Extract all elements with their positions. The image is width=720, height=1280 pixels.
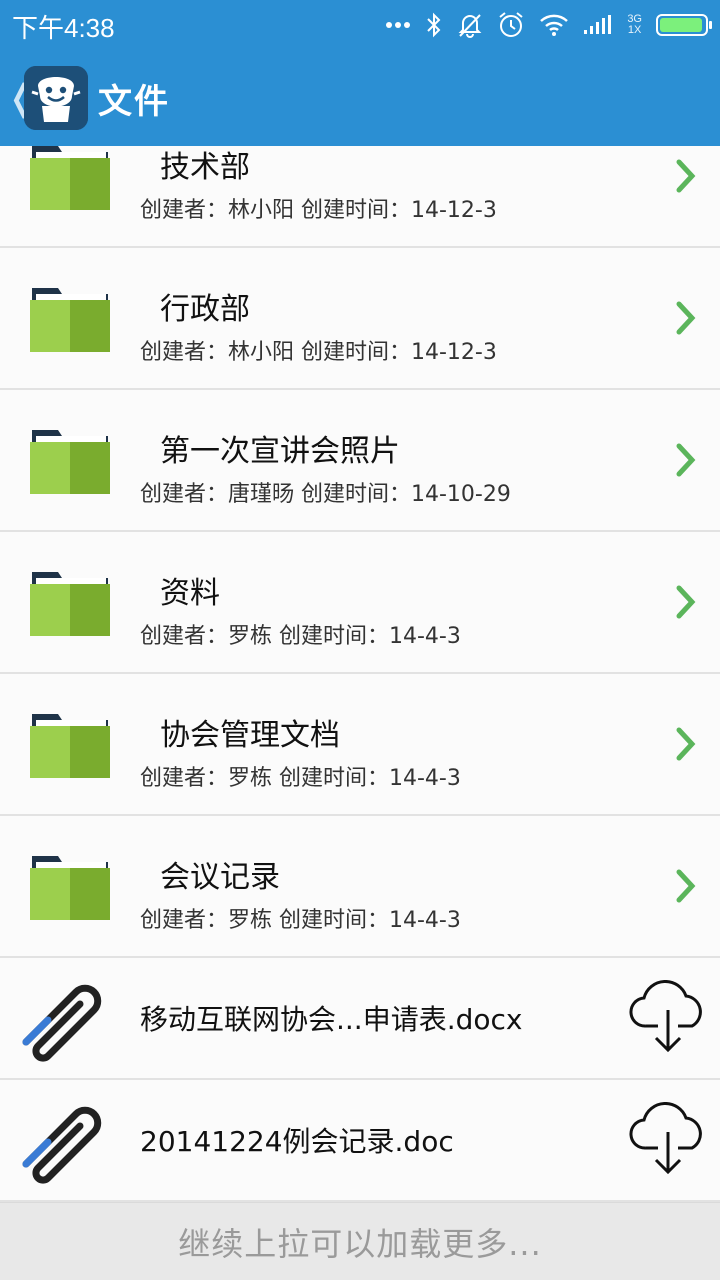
chevron-right-icon [676, 869, 696, 903]
folder-name: 资料 [160, 576, 220, 611]
network-type-bottom: 1X [627, 24, 642, 36]
chevron-right-icon [676, 585, 696, 619]
folder-meta: 创建者：罗栋 创建时间：14-4-3 [140, 766, 461, 791]
status-bar: 下午4:38 3G 1X [0, 0, 720, 50]
file-row[interactable]: 20141224例会记录.doc [0, 1080, 720, 1202]
folder-row[interactable]: 第一次宣讲会照片 创建者：唐瑾旸 创建时间：14-10-29 [0, 390, 720, 532]
folder-icon [30, 856, 110, 920]
paperclip-icon [22, 1106, 102, 1184]
folder-icon [30, 714, 110, 778]
network-type: 3G 1X [627, 14, 642, 36]
cloud-download-icon[interactable] [626, 980, 710, 1056]
folder-icon [30, 430, 110, 494]
folder-meta: 创建者：唐瑾旸 创建时间：14-10-29 [140, 482, 511, 507]
file-list[interactable]: 技术部 创建者：林小阳 创建时间：14-12-3 行政部 创建者：林小阳 创建时… [0, 146, 720, 1202]
folder-meta: 创建者：林小阳 创建时间：14-12-3 [140, 340, 497, 365]
folder-icon [30, 572, 110, 636]
status-icons: 3G 1X [385, 6, 712, 44]
chevron-right-icon [676, 443, 696, 477]
file-name: 20141224例会记录.doc [140, 1125, 454, 1158]
paperclip-icon [22, 984, 102, 1062]
chevron-right-icon [676, 727, 696, 761]
folder-name: 会议记录 [160, 860, 280, 895]
battery-level [660, 18, 702, 32]
alarm-icon [499, 12, 523, 37]
folder-row[interactable]: 资料 创建者：罗栋 创建时间：14-4-3 [0, 532, 720, 674]
chevron-right-icon [676, 301, 696, 335]
folder-meta: 创建者：罗栋 创建时间：14-4-3 [140, 624, 461, 649]
folder-name: 技术部 [160, 150, 250, 185]
folder-row[interactable]: 会议记录 创建者：罗栋 创建时间：14-4-3 [0, 816, 720, 958]
folder-row[interactable]: 协会管理文档 创建者：罗栋 创建时间：14-4-3 [0, 674, 720, 816]
mascot-icon [24, 66, 88, 130]
folder-name: 第一次宣讲会照片 [160, 434, 400, 469]
load-more-footer[interactable]: 继续上拉可以加载更多... [0, 1202, 720, 1280]
mute-icon [458, 14, 482, 38]
signal-icon [584, 15, 612, 34]
battery-icon [656, 14, 712, 36]
page-title: 文件 [98, 82, 170, 122]
app-logo[interactable] [24, 66, 88, 130]
wifi-icon [540, 14, 569, 36]
bluetooth-icon [427, 12, 441, 38]
title-bar: ❬ 文件 [0, 50, 720, 146]
more-dots-icon [386, 22, 411, 28]
folder-row[interactable]: 技术部 创建者：林小阳 创建时间：14-12-3 [0, 146, 720, 248]
folder-meta: 创建者：林小阳 创建时间：14-12-3 [140, 198, 497, 223]
cloud-download-icon[interactable] [626, 1102, 710, 1178]
folder-name: 行政部 [160, 292, 250, 327]
load-more-label: 继续上拉可以加载更多... [178, 1224, 542, 1263]
folder-row[interactable]: 行政部 创建者：林小阳 创建时间：14-12-3 [0, 248, 720, 390]
folder-icon [30, 146, 110, 210]
file-name: 移动互联网协会...申请表.docx [140, 1003, 523, 1036]
folder-icon [30, 288, 110, 352]
folder-meta: 创建者：罗栋 创建时间：14-4-3 [140, 908, 461, 933]
folder-name: 协会管理文档 [160, 718, 340, 753]
file-row[interactable]: 移动互联网协会...申请表.docx [0, 958, 720, 1080]
chevron-right-icon [676, 159, 696, 193]
status-time: 下午4:38 [12, 13, 115, 43]
